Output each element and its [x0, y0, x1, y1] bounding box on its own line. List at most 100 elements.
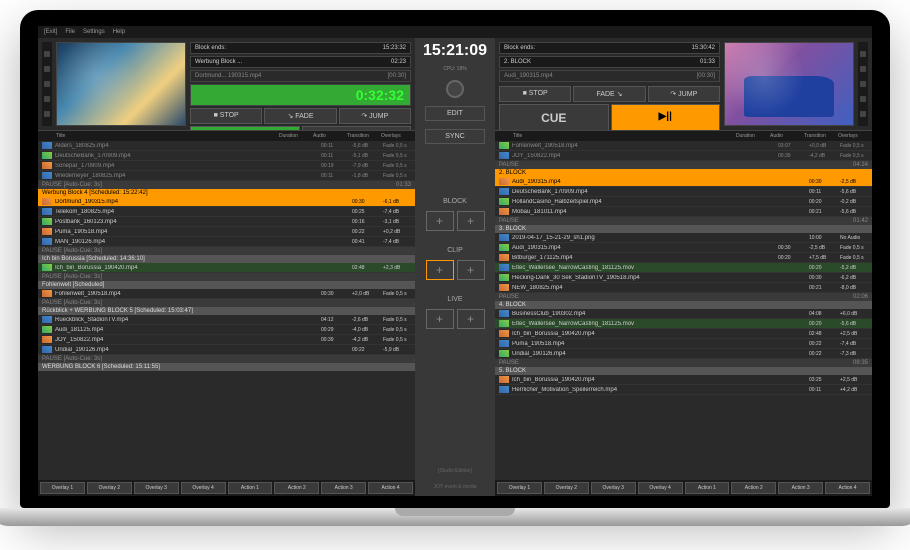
jump-right[interactable]: ↷ JUMP [648, 86, 720, 102]
block-header[interactable]: Fohlenwelt [Scheduled] [38, 281, 415, 289]
track-row[interactable]: Uridial_190126.mp400:22-7,3 dB [495, 349, 872, 359]
jump-left[interactable]: ↷ JUMP [339, 108, 411, 124]
menu-settings[interactable]: Settings [83, 29, 105, 35]
track-info-left: Dortmund... 190315.mp4[00:30] [190, 70, 411, 82]
track-row[interactable]: DeutscheBank_170909.mp400:11-5,1 dBFade … [38, 151, 415, 161]
action-btn[interactable]: Action 2 [274, 482, 319, 494]
now-playing-right: 2. BLOCK01:33 [499, 56, 720, 68]
track-row[interactable]: Alders_180825.mp400:11-5,6 dBFade 0,5 s [38, 141, 415, 151]
track-row[interactable]: Fohlenwelt_190518.mp403:07+0,0 dBFade 0,… [495, 141, 872, 151]
track-row[interactable]: JOY_150822.mp400:39-4,2 dBFade 0,5 s [38, 335, 415, 345]
block-header[interactable]: Rückblick + WERBUNG BLOCK 5 [Scheduled: … [38, 307, 415, 315]
track-row[interactable]: JOY_150822.mp400:39-4,2 dBFade 0,5 s [495, 151, 872, 161]
track-row[interactable]: Rueckblick_StadionTV.mp404:12-2,6 dBFade… [38, 315, 415, 325]
block-header[interactable]: Ich bin Borussia [Scheduled: 14:36:10] [38, 255, 415, 263]
track-info-right: Audi_190315.mp4[00:30] [499, 70, 720, 82]
overlay-btn[interactable]: Overlay 1 [40, 482, 85, 494]
track-row[interactable]: Wiedemeyer_180825.mp400:11-1,8 dBFade 0,… [38, 171, 415, 181]
track-row[interactable]: Eltec_Wallersee_NarrowCasting_181125.mov… [495, 319, 872, 329]
playlist-right[interactable]: Title DurationAudio TransitionOverlays F… [495, 130, 872, 480]
track-row[interactable]: MAN_190126.mp400:41-7,4 dB [38, 237, 415, 247]
live-add-right[interactable]: + [457, 309, 485, 329]
preview-right[interactable] [724, 42, 854, 126]
action-btn[interactable]: Action 2 [731, 482, 776, 494]
track-row[interactable]: Audi_181125.mp400:29-4,0 dBFade 0,5 s [38, 325, 415, 335]
playlist-left[interactable]: Title DurationAudio TransitionOverlays A… [38, 130, 415, 480]
block-header[interactable]: 3. BLOCK [495, 225, 872, 233]
fade-right[interactable]: FADE ↘ [573, 86, 645, 102]
track-row[interactable]: DeutscheBank_170909.mp400:11-5,6 dB [495, 187, 872, 197]
track-row[interactable]: Dortmund_190315.mp400:30-6,1 dB [38, 197, 415, 207]
action-btn[interactable]: Action 1 [228, 482, 273, 494]
pause-row: PAUSE 08:35 [495, 359, 872, 367]
edition-label: [Studio Edition] [436, 466, 474, 476]
block-header[interactable]: 4. BLOCK [495, 301, 872, 309]
pause-row: PAUSE 01:42 [495, 217, 872, 225]
block-label: BLOCK [443, 198, 467, 205]
stop-left[interactable]: ■ STOP [190, 108, 262, 124]
block-header[interactable]: 5. BLOCK [495, 367, 872, 375]
track-row[interactable]: Audi_190315.mp400:30-2,5 dB [495, 177, 872, 187]
action-btn[interactable]: Action 1 [685, 482, 730, 494]
track-row[interactable]: Sonepar_170909.mp400:19-7,9 dBFade 0,5 s [38, 161, 415, 171]
preview-left[interactable] [56, 42, 186, 126]
right-side-strip[interactable] [858, 42, 868, 126]
overlay-btn[interactable]: Overlay 1 [497, 482, 542, 494]
overlay-btn[interactable]: Overlay 3 [591, 482, 636, 494]
overlay-btn[interactable]: Overlay 4 [638, 482, 683, 494]
overlay-btn[interactable]: Overlay 2 [544, 482, 589, 494]
track-row[interactable]: Puma_190518.mp400:22-7,4 dB [495, 339, 872, 349]
track-row[interactable]: Ich_bin_Borussia_190420.mp402:48+2,5 dB [495, 329, 872, 339]
track-row[interactable]: Audi_190315.mp400:30-2,5 dBFade 0,5 s [495, 243, 872, 253]
play-right[interactable]: ▶|| [611, 104, 721, 132]
track-row[interactable]: Fohlenwelt_190518.mp400:30+2,0 dBFade 0,… [38, 289, 415, 299]
pause-row: PAUSE [Auto-Cue: 3s] [38, 355, 415, 363]
footer-right: Overlay 1 Overlay 2 Overlay 3 Overlay 4 … [495, 480, 872, 496]
edit-button[interactable]: EDIT [425, 106, 485, 121]
track-row[interactable]: HollandCasino_Halbzeitspiel.mp400:20-0,2… [495, 197, 872, 207]
block-header[interactable]: Werbung Block 4 [Scheduled: 15:22:42] [38, 189, 415, 197]
pause-row: PAUSE [Auto-Cue: 3s] [38, 299, 415, 307]
track-row[interactable]: Puma_190518.mp400:22+0,2 dB [38, 227, 415, 237]
track-row[interactable]: Postbank_160123.mp400:16-3,1 dB [38, 217, 415, 227]
track-row[interactable]: Bitburger_171125.mp400:20+7,5 dBFade 0,5… [495, 253, 872, 263]
sync-button[interactable]: SYNC [425, 129, 485, 144]
menu-help[interactable]: Help [113, 29, 125, 35]
track-row[interactable]: BusinessClub_190302.mp404:08+6,0 dB [495, 309, 872, 319]
overlay-btn[interactable]: Overlay 4 [181, 482, 226, 494]
left-side-strip[interactable] [42, 42, 52, 126]
block-header[interactable]: WERBUNG BLOCK 6 [Scheduled: 15:11:55] [38, 363, 415, 371]
track-row[interactable]: Uridial_190126.mp400:22-5,9 dB [38, 345, 415, 355]
block-add-left[interactable]: + [426, 211, 454, 231]
app-screen: [Exit] File Settings Help Block ends:15:… [38, 26, 872, 496]
track-row[interactable]: Ich_bin_Borussia_190420.mp403:25+2,5 dB [495, 375, 872, 385]
overlay-btn[interactable]: Overlay 2 [87, 482, 132, 494]
stop-right[interactable]: ■ STOP [499, 86, 571, 102]
brand-label: JOY event & media [432, 482, 479, 492]
track-row[interactable]: Ich_bin_Borussia_190420.mp402:48+2,3 dB [38, 263, 415, 273]
menu-exit[interactable]: [Exit] [44, 29, 57, 35]
action-btn[interactable]: Action 4 [368, 482, 413, 494]
cue-right[interactable]: CUE [499, 104, 609, 132]
pause-row: PAUSE [Auto-Cue: 3s] [38, 247, 415, 255]
action-btn[interactable]: Action 4 [825, 482, 870, 494]
block-add-right[interactable]: + [457, 211, 485, 231]
track-row[interactable]: Herrlicher_Motivation_Speilerreich.mp400… [495, 385, 872, 395]
track-row[interactable]: Telekom_180825.mp400:25-7,4 dB [38, 207, 415, 217]
laptop-base [0, 508, 910, 526]
menu-file[interactable]: File [65, 29, 75, 35]
action-btn[interactable]: Action 3 [778, 482, 823, 494]
clip-add-left[interactable]: + [426, 260, 454, 280]
track-row[interactable]: Hecking-Dank_30 Sek_StadionTV_190518.mp4… [495, 273, 872, 283]
track-row[interactable]: NEW_180825.mp400:21-8,0 dB [495, 283, 872, 293]
live-add-left[interactable]: + [426, 309, 454, 329]
overlay-btn[interactable]: Overlay 3 [134, 482, 179, 494]
track-row[interactable]: Eltec_Wallersee_NarrowCasting_181125.mov… [495, 263, 872, 273]
block-header[interactable]: 2. BLOCK [495, 169, 872, 177]
track-row[interactable]: 2019-04-17_15-21-29_sh1.png10:00No Audio [495, 233, 872, 243]
clip-add-right[interactable]: + [457, 260, 485, 280]
record-button[interactable] [446, 80, 464, 98]
track-row[interactable]: Mobau_181011.mp400:21-5,6 dB [495, 207, 872, 217]
fade-left[interactable]: ↘ FADE [264, 108, 336, 124]
action-btn[interactable]: Action 3 [321, 482, 366, 494]
